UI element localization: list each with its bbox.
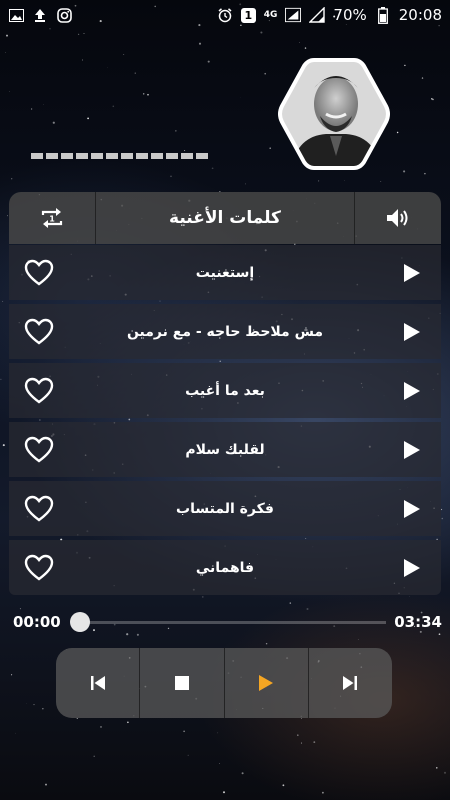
- song-title: مش ملاحظ حاجه - مع نرمين: [126, 323, 324, 340]
- visualizer-bar: [121, 153, 133, 159]
- alarm-icon: [217, 7, 233, 23]
- heart-icon[interactable]: [24, 377, 54, 405]
- heart-icon[interactable]: [24, 436, 54, 464]
- song-row[interactable]: فاهماني: [9, 540, 441, 595]
- visualizer-bar: [151, 153, 163, 159]
- repeat-badge: 1: [49, 215, 55, 224]
- lyrics-header: 1 كلمات الأغنية: [9, 192, 441, 244]
- song-list: إستغنيت مش ملاحظ حاجه - مع نرمين بعد ما …: [9, 245, 441, 599]
- repeat-button[interactable]: 1: [9, 192, 96, 244]
- status-bar: 1 4G 70% 20:08: [0, 0, 450, 30]
- heart-icon[interactable]: [24, 495, 54, 523]
- seek-bar[interactable]: [80, 621, 386, 624]
- play-icon: [259, 675, 274, 691]
- playback-controls: [56, 648, 392, 718]
- wifi-signal-icon: [309, 7, 326, 23]
- instagram-icon: [56, 7, 72, 23]
- song-title: فاهماني: [195, 559, 255, 576]
- play-icon[interactable]: [403, 263, 421, 283]
- visualizer-bar: [76, 153, 88, 159]
- clock-time: 20:08: [398, 6, 442, 24]
- visualizer-bar: [136, 153, 148, 159]
- upload-icon: [32, 7, 48, 23]
- heart-icon[interactable]: [24, 318, 54, 346]
- next-button[interactable]: [309, 648, 392, 718]
- image-icon: [8, 7, 24, 23]
- song-row[interactable]: بعد ما أغيب: [9, 363, 441, 418]
- audio-visualizer: [31, 153, 208, 159]
- seek-handle[interactable]: [70, 612, 90, 632]
- signal-icon: [285, 7, 302, 23]
- song-title: لقلبك سلام: [185, 441, 265, 458]
- visualizer-bar: [181, 153, 193, 159]
- heart-icon[interactable]: [24, 554, 54, 582]
- previous-icon: [90, 676, 105, 690]
- lyrics-title[interactable]: كلمات الأغنية: [96, 192, 355, 244]
- visualizer-bar: [91, 153, 103, 159]
- total-time: 03:34: [394, 613, 442, 631]
- visualizer-bar: [61, 153, 73, 159]
- battery-percent: 70%: [333, 6, 367, 24]
- visualizer-bar: [106, 153, 118, 159]
- song-row[interactable]: إستغنيت: [9, 245, 441, 300]
- play-icon[interactable]: [403, 381, 421, 401]
- notification-badge-icon: 1: [240, 7, 256, 23]
- heart-icon[interactable]: [24, 259, 54, 287]
- play-icon[interactable]: [403, 558, 421, 578]
- volume-button[interactable]: [355, 192, 441, 244]
- song-row[interactable]: مش ملاحظ حاجه - مع نرمين: [9, 304, 441, 359]
- 4g-signal-icon: 4G: [263, 9, 278, 20]
- play-button[interactable]: [225, 648, 309, 718]
- play-icon[interactable]: [403, 322, 421, 342]
- current-time: 00:00: [13, 613, 61, 631]
- song-title: فكرة المتساب: [176, 500, 274, 517]
- song-title: بعد ما أغيب: [185, 382, 265, 399]
- song-title: إستغنيت: [195, 264, 255, 281]
- play-icon[interactable]: [403, 499, 421, 519]
- visualizer-bar: [31, 153, 43, 159]
- artist-avatar: [276, 56, 392, 172]
- song-row[interactable]: لقلبك سلام: [9, 422, 441, 477]
- song-row[interactable]: فكرة المتساب: [9, 481, 441, 536]
- battery-icon: [375, 6, 391, 24]
- stop-button[interactable]: [140, 648, 225, 718]
- volume-icon: [387, 209, 408, 227]
- visualizer-bar: [196, 153, 208, 159]
- previous-button[interactable]: [56, 648, 141, 718]
- play-icon[interactable]: [403, 440, 421, 460]
- visualizer-bar: [166, 153, 178, 159]
- stop-icon: [174, 676, 189, 690]
- repeat-one-icon: 1: [41, 208, 63, 228]
- next-icon: [343, 676, 358, 690]
- visualizer-bar: [46, 153, 58, 159]
